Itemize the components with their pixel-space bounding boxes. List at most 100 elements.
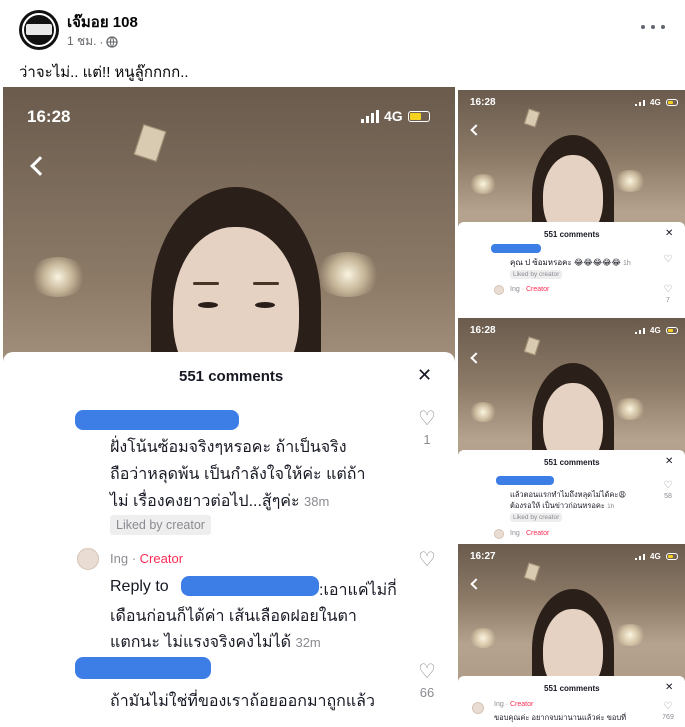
comments-title: 551 comments [544, 458, 600, 467]
comment-text: ไม่ เรื่องคงยาวต่อไป...สู้ๆค่ะ 38m [110, 489, 329, 514]
status-indicators: 4G [635, 98, 678, 107]
heart-icon[interactable]: ♡ [662, 701, 674, 712]
close-icon[interactable]: ✕ [417, 365, 432, 386]
heart-icon[interactable]: ♡ [416, 547, 438, 572]
signal-icon [635, 327, 645, 334]
reply-text: เดือนก่อนก็ได้ค่า เส้นเลือดฝอยในตา [110, 608, 357, 625]
network-label: 4G [650, 326, 661, 335]
like-count: 769 [662, 714, 674, 721]
comments-title: 551 comments [544, 230, 600, 239]
person-brow [253, 282, 279, 285]
photo-main[interactable]: 16:28 4G 551 comments ✕ ฝั่งโน้นซ้อมจริง… [3, 87, 455, 727]
back-chevron-icon[interactable] [470, 578, 482, 590]
ceiling-light [313, 252, 383, 297]
comment-text: ถ้ามันไม่ใช่ที่ของเราถ้อยออกมาถูกแล้ว [110, 693, 375, 710]
back-chevron-icon[interactable] [470, 352, 482, 364]
comments-sheet: 551 comments ✕ ฝั่งโน้นซ้อมจริงๆหรอคะ ถ้… [3, 352, 455, 727]
creator-avatar[interactable] [494, 529, 504, 539]
creator-avatar[interactable] [494, 285, 504, 295]
comment-time: 38m [304, 494, 330, 509]
creator-separator: · [131, 551, 137, 566]
meta-separator: · [99, 34, 104, 49]
ceiling-light [468, 628, 498, 648]
page-name[interactable]: เจ๊มอย 108 [67, 10, 138, 34]
creator-avatar[interactable] [472, 702, 484, 714]
creator-tag: Creator [525, 530, 550, 537]
comment-text-line: ไม่ เรื่องคงยาวต่อไป...สู้ๆค่ะ [110, 493, 300, 510]
redacted-username [491, 244, 541, 253]
ceiling-light [468, 402, 498, 422]
comment-text: ฝั่งโน้นซ้อมจริงๆหรอคะ ถ้าเป็นจริง [110, 439, 347, 456]
back-chevron-icon[interactable] [30, 156, 50, 176]
close-icon[interactable]: ✕ [665, 682, 673, 693]
redacted-username [75, 410, 239, 430]
ceiling-lamp [523, 336, 541, 356]
reply-text: แตกนะ ไม่แรงจริงคงไม่ได้ 32m [110, 630, 321, 655]
creator-avatar[interactable] [77, 548, 99, 570]
like-count: 1 [423, 432, 431, 447]
more-dot-icon [661, 25, 665, 29]
liked-by-creator-badge: Liked by creator [510, 270, 563, 279]
status-time: 16:28 [470, 325, 496, 336]
creator-name[interactable]: Ing [110, 551, 128, 566]
creator-name[interactable]: Ing [494, 701, 504, 708]
heart-icon[interactable]: ♡ [662, 480, 674, 491]
status-indicators: 4G [635, 326, 678, 335]
redacted-username [75, 657, 211, 679]
redacted-username [181, 576, 319, 596]
comments-sheet: 551 comments ✕ Ing · Creator ขอบคุณค่ะ อ… [458, 676, 685, 727]
reply-text: :เอาแค่ไม่กี่ [319, 582, 397, 599]
creator-tag: Creator [139, 551, 184, 566]
comments-sheet: 551 comments ✕ คุณ ป ซ้อมหรอคะ 😂😂😂😂😂 1h … [458, 222, 685, 314]
photo-thumbnail-1[interactable]: 16:28 4G 551 comments ✕ คุณ ป ซ้อมหรอคะ … [458, 90, 685, 314]
creator-label: Ing · Creator [494, 701, 533, 708]
avatar-logo [26, 24, 52, 35]
photo-thumbnail-3[interactable]: 16:27 4G 551 comments ✕ Ing · Creator ขอ… [458, 544, 685, 727]
creator-label: Ing · Creator [510, 530, 549, 537]
close-icon[interactable]: ✕ [665, 228, 673, 239]
post-meta: 1 ชม. · [67, 32, 119, 51]
photo-grid: 16:28 4G 551 comments ✕ ฝั่งโน้นซ้อมจริง… [0, 87, 685, 727]
photo-thumbnail-2[interactable]: 16:28 4G 551 comments ✕ แล้วตอนแรกทำไมถึ… [458, 318, 685, 541]
heart-icon[interactable]: ♡ [416, 659, 438, 684]
battery-icon [665, 99, 678, 106]
network-label: 4G [650, 552, 661, 561]
signal-icon [635, 553, 645, 560]
creator-label: Ing · Creator [510, 286, 549, 293]
person-eye [255, 302, 275, 308]
status-indicators: 4G [635, 552, 678, 561]
comment-text-line: ต้องรอให้ เป็นข่าวก่อนหรอคะ [510, 501, 605, 510]
comments-title: 551 comments [179, 368, 284, 385]
ceiling-light [28, 257, 88, 297]
status-time: 16:27 [470, 551, 496, 562]
heart-icon[interactable]: ♡ [662, 284, 674, 295]
heart-icon[interactable]: ♡ [662, 254, 674, 265]
ceiling-lamp [523, 562, 541, 582]
post-time[interactable]: 1 ชม. [67, 32, 96, 51]
status-time: 16:28 [27, 107, 71, 126]
person-eye [198, 302, 218, 308]
battery-icon [407, 110, 430, 122]
redacted-username [496, 476, 554, 485]
creator-name[interactable]: Ing [510, 286, 520, 293]
more-options-button[interactable] [641, 18, 665, 36]
ceiling-lamp [133, 124, 167, 162]
back-chevron-icon[interactable] [470, 124, 482, 136]
liked-by-creator-badge: Liked by creator [110, 515, 211, 535]
like-count: 58 [664, 493, 672, 500]
creator-name[interactable]: Ing [510, 530, 520, 537]
ceiling-light [468, 174, 498, 194]
ceiling-light [613, 624, 647, 646]
page-avatar[interactable] [19, 10, 59, 50]
person-brow [193, 282, 219, 285]
battery-icon [665, 553, 678, 560]
status-indicators: 4G [361, 108, 430, 124]
signal-icon [635, 99, 645, 106]
close-icon[interactable]: ✕ [665, 456, 673, 467]
liked-by-creator-badge: Liked by creator [510, 513, 563, 522]
comments-title: 551 comments [544, 684, 600, 693]
globe-icon[interactable] [106, 35, 119, 48]
post-caption: ว่าจะไม่.. แต่!! หนูลู๊กกกก.. [19, 64, 189, 81]
heart-icon[interactable]: ♡ [416, 406, 438, 431]
signal-icon [361, 109, 379, 123]
